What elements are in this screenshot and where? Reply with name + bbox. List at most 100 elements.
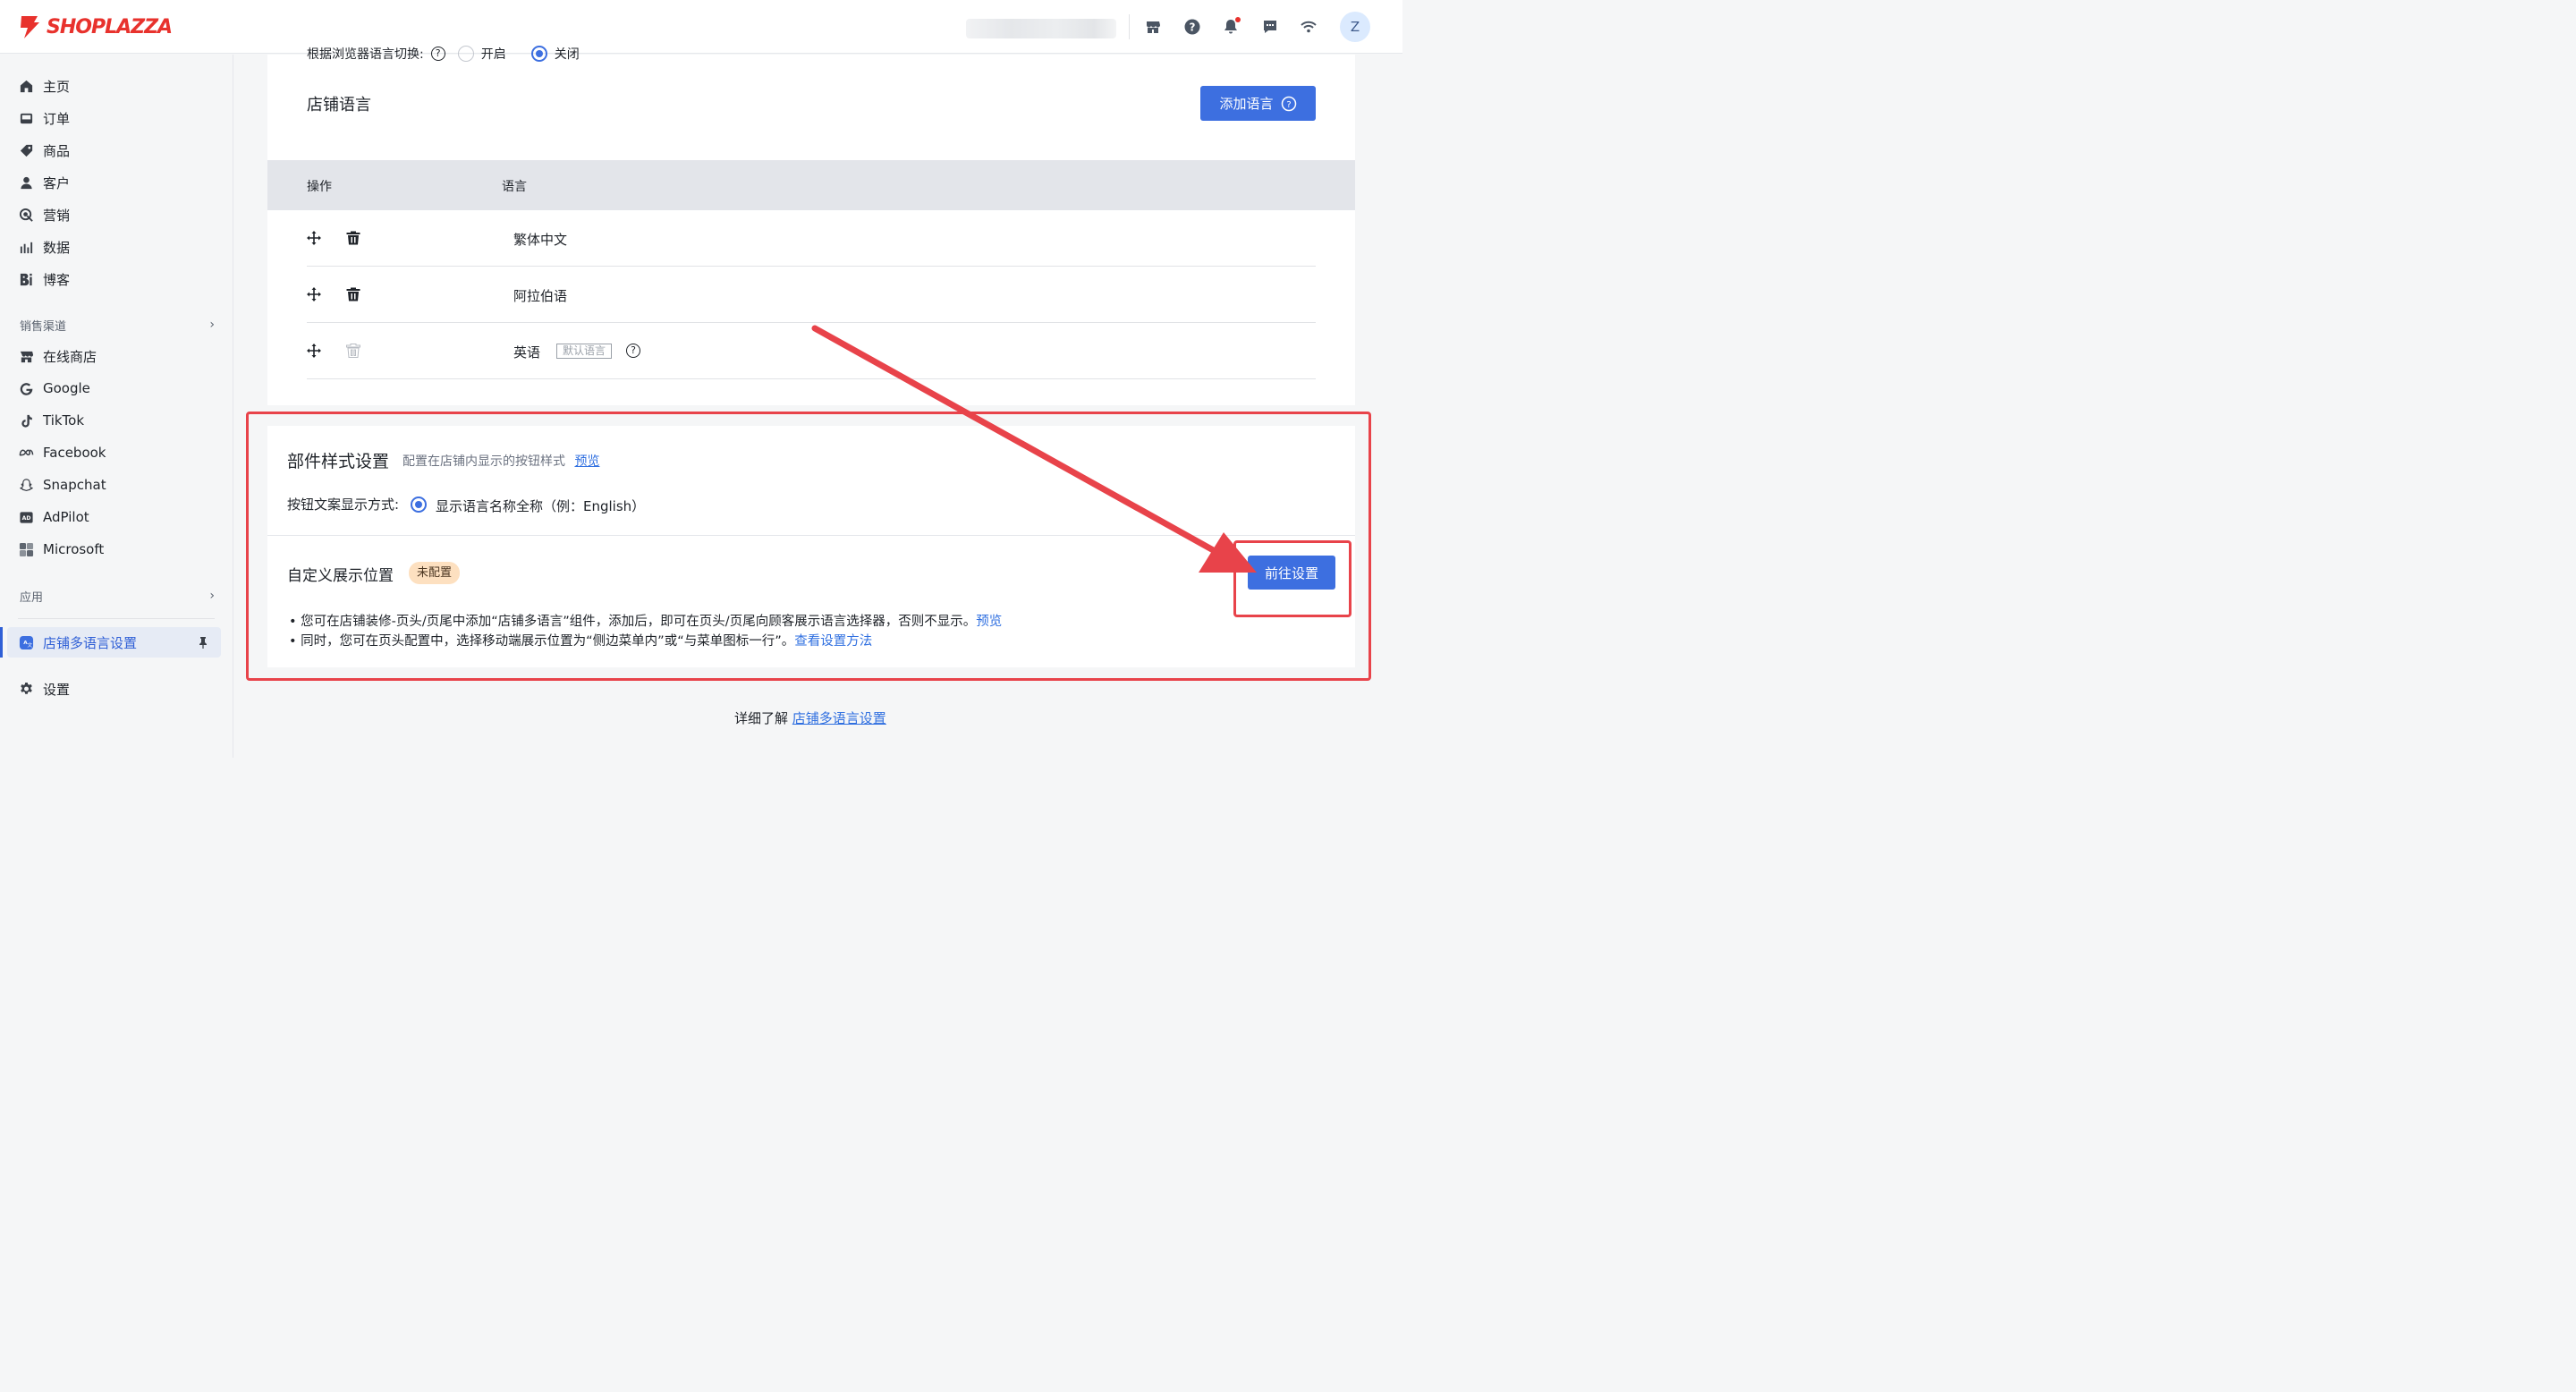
radio-off[interactable] xyxy=(530,46,547,62)
svg-text:文: 文 xyxy=(27,641,32,649)
radio-on-label: 开启 xyxy=(480,47,506,62)
store-name-blurred[interactable] xyxy=(966,19,1116,38)
trash-icon-disabled xyxy=(345,343,361,359)
chevron-right-icon: › xyxy=(209,589,215,603)
store-icon[interactable] xyxy=(1143,17,1163,37)
blog-icon xyxy=(18,271,34,287)
trash-icon[interactable] xyxy=(345,230,361,246)
multilanguage-help-link[interactable]: 店铺多语言设置 xyxy=(792,710,886,726)
sidebar-item-analytics[interactable]: 数据 xyxy=(7,232,221,262)
sidebar-item-label: AdPilot xyxy=(43,509,89,525)
add-language-button[interactable]: 添加语言 ? xyxy=(1200,86,1316,121)
preview-link[interactable]: 预览 xyxy=(976,615,1002,629)
help-circle-icon[interactable]: ? xyxy=(626,344,640,358)
brand-name: SHOPLAZZA xyxy=(47,15,173,38)
goto-settings-button[interactable]: 前往设置 xyxy=(1248,556,1335,590)
svg-text:?: ? xyxy=(1286,100,1291,110)
pin-icon[interactable] xyxy=(196,635,210,649)
shoplazza-logo-mark-icon xyxy=(21,16,39,38)
sidebar-item-products[interactable]: 商品 xyxy=(7,135,221,166)
drag-handle-icon[interactable] xyxy=(306,230,322,246)
add-language-label: 添加语言 xyxy=(1219,96,1274,112)
sidebar-item-label: 商品 xyxy=(43,142,71,159)
sidebar-item-tiktok[interactable]: TikTok xyxy=(7,405,221,436)
bell-icon[interactable] xyxy=(1221,17,1241,37)
sidebar-section-sales-channels[interactable]: 销售渠道 › xyxy=(20,316,215,334)
status-badge: 未配置 xyxy=(409,562,461,584)
row-divider xyxy=(307,378,1316,379)
sidebar-item-label: 在线商店 xyxy=(43,348,97,365)
sidebar-item-label: 订单 xyxy=(43,110,71,127)
avatar[interactable]: Z xyxy=(1340,12,1370,42)
shoplazza-logo[interactable]: SHOPLAZZA xyxy=(18,13,173,41)
sidebar-item-label: 客户 xyxy=(43,174,71,191)
browser-switch-label: 根据浏览器语言切换: xyxy=(307,47,424,62)
sidebar-item-orders[interactable]: 订单 xyxy=(7,103,221,133)
row-divider xyxy=(307,322,1316,323)
drag-handle-icon[interactable] xyxy=(306,343,322,359)
browser-language-switch-row: 根据浏览器语言切换: ? 开启 关闭 xyxy=(307,45,580,63)
sidebar-item-blog[interactable]: 博客 xyxy=(7,264,221,294)
custom-position-title: 自定义展示位置 xyxy=(287,567,394,585)
sidebar-item-settings[interactable]: 设置 xyxy=(7,674,221,704)
gear-icon xyxy=(18,681,34,697)
learn-more-text: 详细了解 xyxy=(734,710,789,726)
info-bullet-1: • 您可在店铺装修-页头/页尾中添加“店铺多语言”组件，添加后，即可在页头/页尾… xyxy=(289,615,1003,629)
top-bar: SHOPLAZZA ? Z xyxy=(0,0,1402,54)
sidebar-item-label: 主页 xyxy=(43,78,71,95)
sidebar-item-customers[interactable]: 客户 xyxy=(7,167,221,198)
language-name: 繁体中文 xyxy=(513,232,568,248)
snapchat-icon xyxy=(18,477,34,493)
display-full-name-radio[interactable] xyxy=(411,497,427,513)
tag-icon xyxy=(18,142,34,158)
sidebar-item-label: TikTok xyxy=(43,412,85,429)
sidebar-item-adpilot[interactable]: AD AdPilot xyxy=(7,502,221,532)
language-name: 英语 xyxy=(513,344,541,361)
inbox-icon xyxy=(18,110,34,126)
section-label: 应用 xyxy=(20,590,44,605)
preview-link[interactable]: 预览 xyxy=(574,454,599,469)
info-bullet-2-text: 同时，您可在页头配置中，选择移动端展示位置为“侧边菜单内”或“与菜单图标一行”。 xyxy=(301,634,795,649)
radio-on[interactable] xyxy=(457,46,474,62)
display-full-name-label: 显示语言名称全称（例：English） xyxy=(436,498,646,514)
sidebar-item-label: 设置 xyxy=(43,681,71,698)
help-circle-icon[interactable]: ? xyxy=(430,47,445,61)
sidebar-item-label: Snapchat xyxy=(43,477,106,493)
sidebar-item-label: Google xyxy=(43,380,90,396)
wifi-icon[interactable] xyxy=(1299,17,1318,37)
trash-icon[interactable] xyxy=(345,286,361,302)
sidebar-item-label: Microsoft xyxy=(43,541,105,557)
sidebar-item-label: 店铺多语言设置 xyxy=(43,634,138,651)
sidebar-item-microsoft[interactable]: Microsoft xyxy=(7,534,221,564)
svg-text:AD: AD xyxy=(21,514,30,521)
marketing-icon xyxy=(18,207,34,223)
sidebar-item-marketing[interactable]: 营销 xyxy=(7,199,221,230)
card-divider xyxy=(267,535,1355,536)
radio-off-label: 关闭 xyxy=(554,47,580,62)
help-circle-icon: ? xyxy=(1281,96,1296,111)
user-icon xyxy=(18,174,34,191)
sidebar-item-google[interactable]: Google xyxy=(7,373,221,403)
sidebar: 主页 订单 商品 客户 营销 数据 博客 销售渠道 › 在线商店 Google … xyxy=(0,55,233,758)
drag-handle-icon[interactable] xyxy=(306,286,322,302)
sidebar-item-online-store[interactable]: 在线商店 xyxy=(7,341,221,371)
adpilot-icon: AD xyxy=(18,509,34,525)
sidebar-item-home[interactable]: 主页 xyxy=(7,71,221,101)
store-icon xyxy=(18,348,34,364)
sidebar-item-snapchat[interactable]: Snapchat xyxy=(7,470,221,500)
display-mode-label: 按钮文案显示方式: xyxy=(287,497,400,513)
sidebar-item-facebook[interactable]: Facebook xyxy=(7,437,221,468)
help-icon[interactable]: ? xyxy=(1182,17,1202,37)
widget-style-title: 部件样式设置 xyxy=(287,452,390,471)
view-setup-method-link[interactable]: 查看设置方法 xyxy=(794,634,872,649)
chevron-right-icon: › xyxy=(209,318,215,332)
store-language-title: 店铺语言 xyxy=(307,96,371,115)
home-icon xyxy=(18,78,34,94)
sidebar-section-apps[interactable]: 应用 › xyxy=(20,587,215,605)
sidebar-item-multilanguage[interactable]: A文 店铺多语言设置 xyxy=(0,627,221,658)
learn-more-footer: 详细了解 店铺多语言设置 xyxy=(734,709,886,727)
chat-icon[interactable] xyxy=(1260,17,1280,37)
column-header-action: 操作 xyxy=(307,180,332,194)
sidebar-item-label: 营销 xyxy=(43,207,71,224)
sidebar-item-label: 博客 xyxy=(43,271,71,288)
